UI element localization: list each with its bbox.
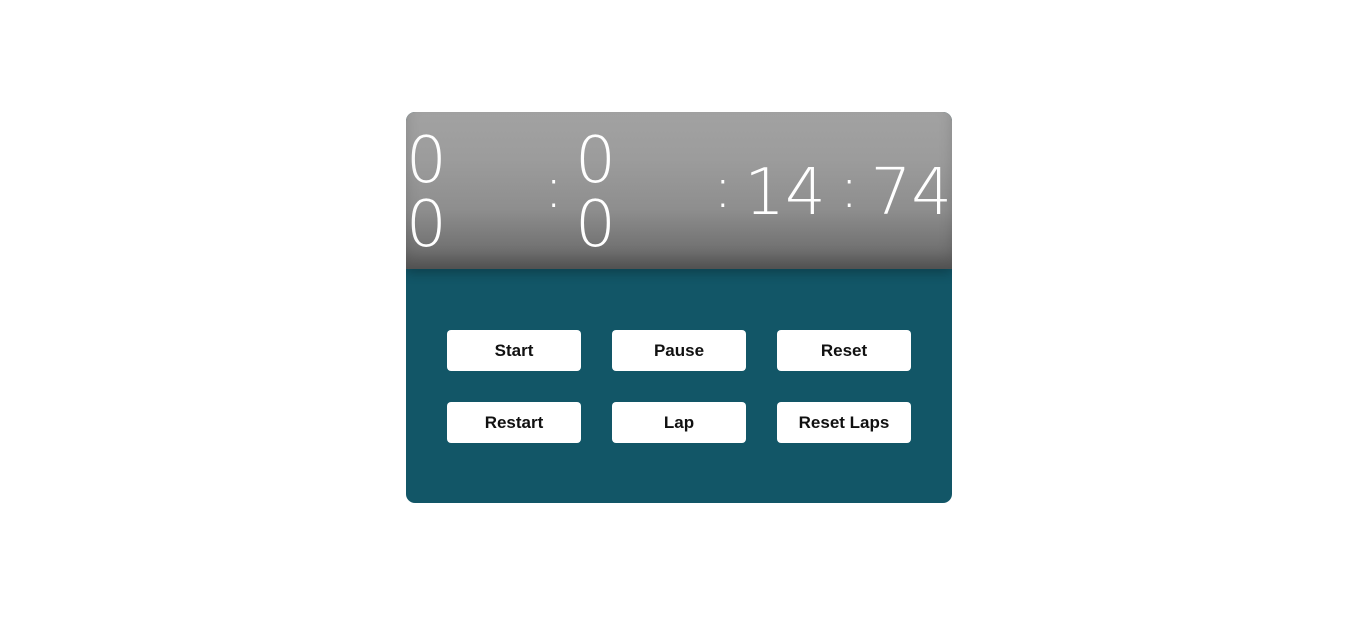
reset-laps-button[interactable]: Reset Laps — [777, 402, 911, 443]
separator: : — [839, 155, 859, 221]
hours-value: 0 0 — [406, 123, 461, 262]
time-readout: 0 0 : 0 0 : 14 : 74 — [406, 129, 952, 257]
start-button[interactable]: Start — [447, 330, 581, 371]
reset-button[interactable]: Reset — [777, 330, 911, 371]
lap-button[interactable]: Lap — [612, 402, 746, 443]
restart-button[interactable]: Restart — [447, 402, 581, 443]
stopwatch-panel: 0 0 : 0 0 : 14 : 74 Start Pause Reset Re… — [406, 112, 952, 503]
seconds-value: 14 — [744, 155, 826, 230]
pause-button[interactable]: Pause — [612, 330, 746, 371]
centiseconds-value: 74 — [870, 155, 952, 230]
separator: : — [544, 155, 564, 221]
separator: : — [713, 155, 733, 221]
minutes-value: 0 0 — [575, 123, 630, 262]
control-buttons: Start Pause Reset Restart Lap Reset Laps — [447, 330, 912, 443]
time-display: 0 0 : 0 0 : 14 : 74 — [406, 112, 952, 269]
